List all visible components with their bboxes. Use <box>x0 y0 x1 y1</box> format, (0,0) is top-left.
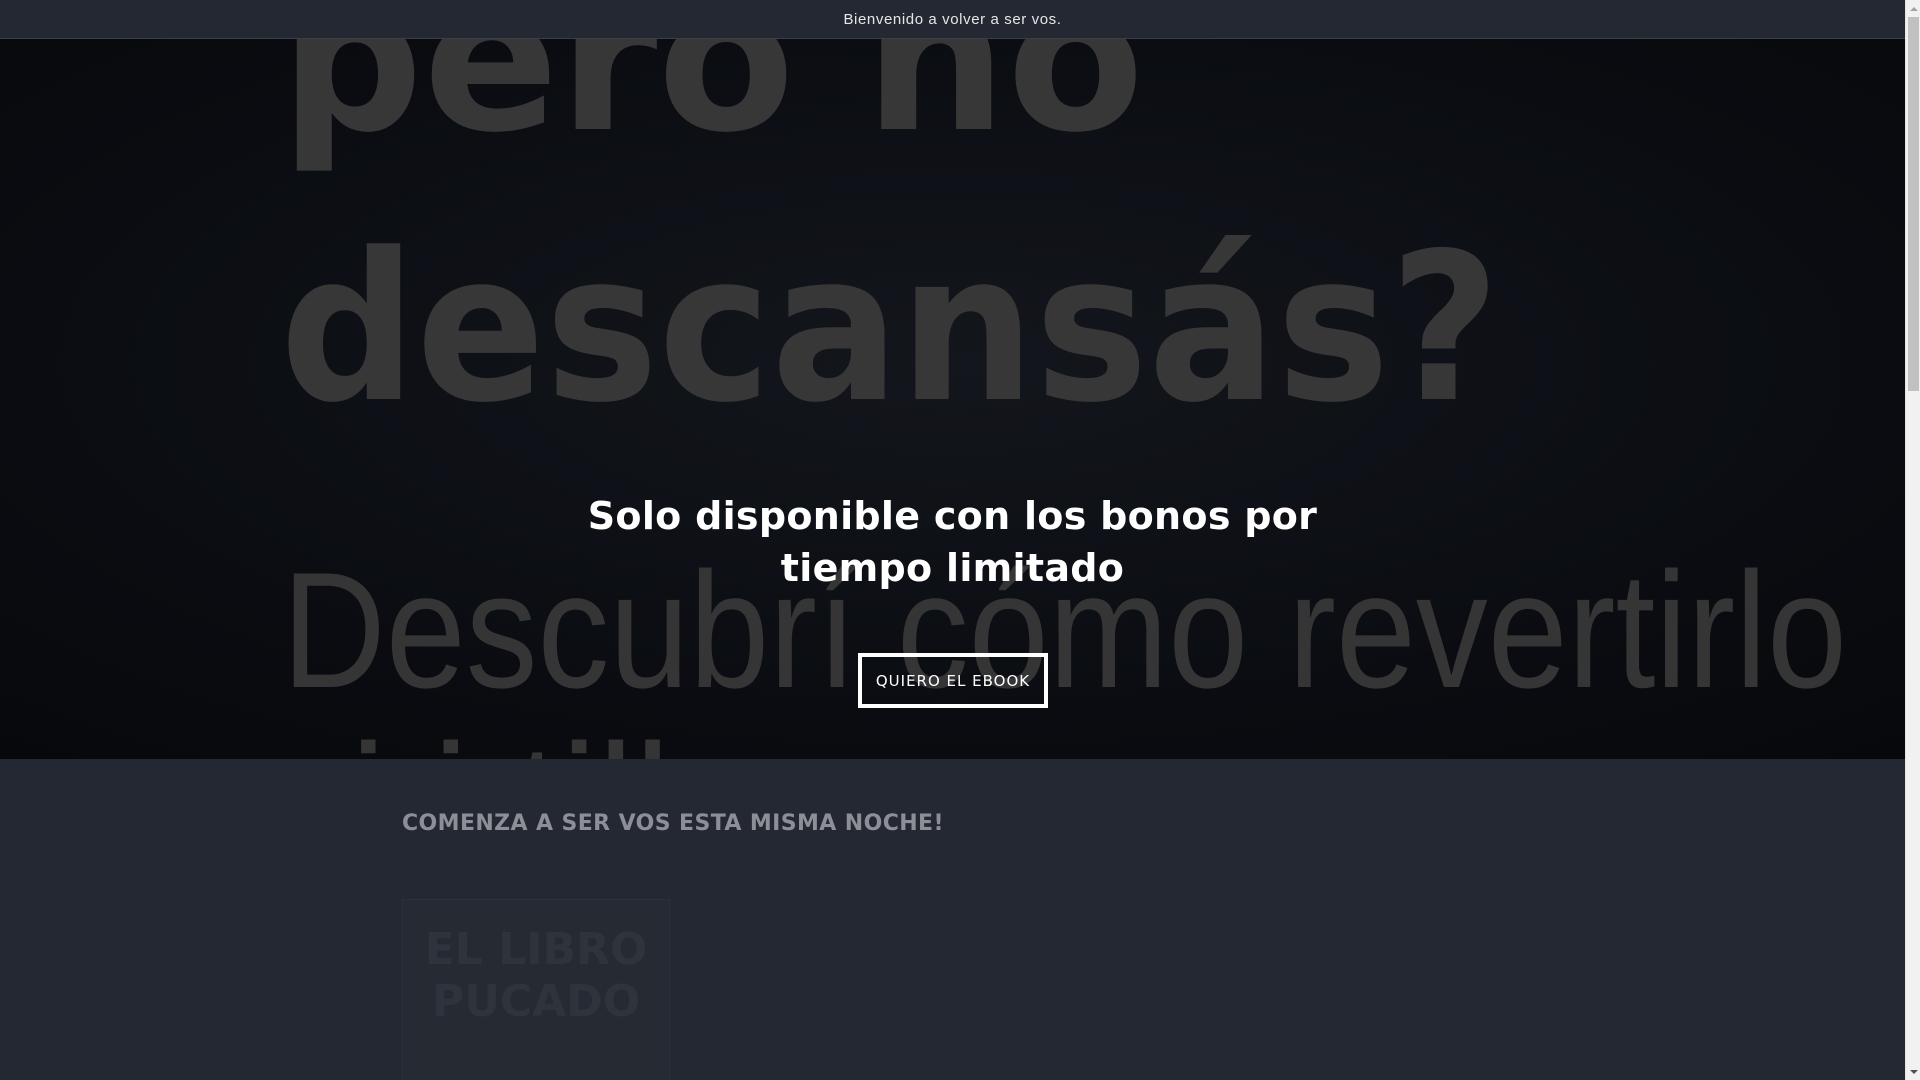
announcement-text: Bienvenido a volver a ser vos. <box>843 10 1062 28</box>
page: Bienvenido a volver a ser vos. pero no d… <box>0 0 1905 1080</box>
scrollbar-thumb[interactable] <box>1908 17 1919 391</box>
featured-collection-section: COMENZA A SER VOS ESTA MISMA NOCHE! EL L… <box>0 759 1905 1080</box>
product-image: EL LIBRO PUCADO <box>403 924 669 1028</box>
vertical-scrollbar[interactable] <box>1905 0 1920 1080</box>
product-image-line-2: PUCADO <box>431 976 641 1027</box>
product-image-line-1: EL LIBRO <box>424 924 648 975</box>
hero-content: Solo disponible con los bonos por tiempo… <box>0 39 1905 759</box>
section-title: COMENZA A SER VOS ESTA MISMA NOCHE! <box>402 811 944 836</box>
announcement-bar: Bienvenido a volver a ser vos. <box>0 0 1905 39</box>
hero-heading: Solo disponible con los bonos por tiempo… <box>587 494 1318 590</box>
scroll-down-arrow-icon[interactable] <box>1906 1063 1920 1080</box>
buy-ebook-button[interactable]: QUIERO EL EBOOK <box>858 653 1048 708</box>
scroll-up-arrow-icon[interactable] <box>1906 0 1920 17</box>
hero-banner: pero no descansás? Descubrí cómo reverti… <box>0 39 1905 759</box>
product-card[interactable]: EL LIBRO PUCADO <box>402 899 670 1080</box>
